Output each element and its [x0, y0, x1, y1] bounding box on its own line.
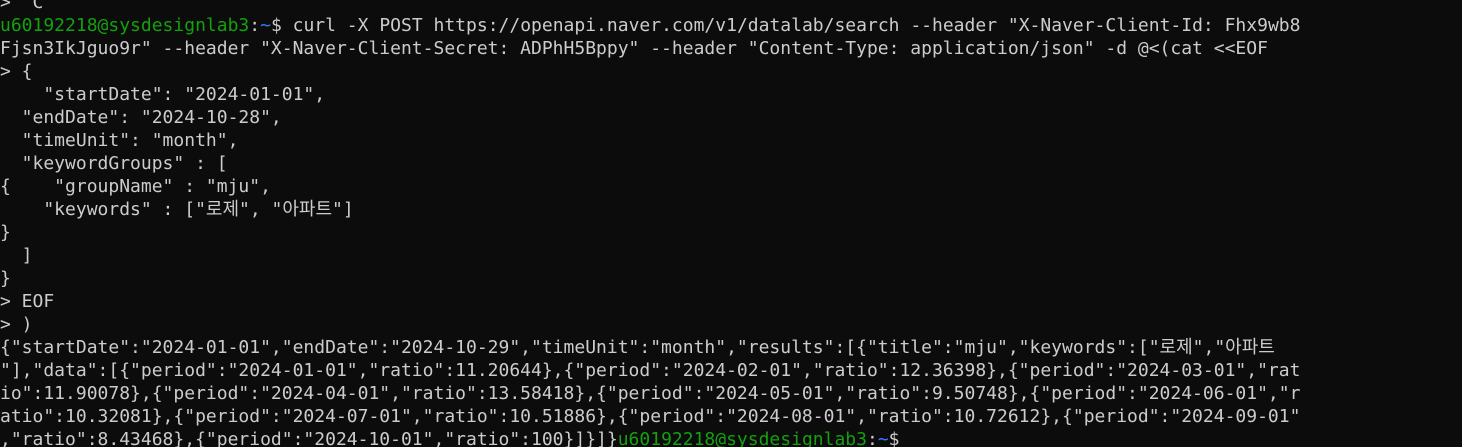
- prompt-separator: :: [249, 15, 261, 36]
- prompt-user-host: u60192218@sysdesignlab3: [617, 429, 867, 447]
- terminal-line: "timeUnit": "month",: [0, 130, 239, 151]
- terminal-line: > ^C: [0, 0, 44, 13]
- prompt-symbol: $: [888, 429, 911, 447]
- terminal-line: > EOF: [0, 291, 55, 312]
- prompt-symbol: $: [270, 15, 293, 36]
- response-line: io":11.90078},{"period":"2024-04-01","ra…: [0, 383, 1301, 404]
- response-line: "],"data":[{"period":"2024-01-01","ratio…: [0, 360, 1301, 381]
- text-cursor: [910, 430, 920, 447]
- terminal-line: ]: [0, 245, 33, 266]
- terminal-line: "endDate": "2024-10-28",: [0, 107, 282, 128]
- terminal-line: "startDate": "2024-01-01",: [0, 84, 326, 105]
- response-line-tail: ,"ratio":8.43468},{"period":"2024-10-01"…: [0, 429, 618, 447]
- command-line: u60192218@sysdesignlab3:~$ curl -X POST …: [0, 14, 1462, 37]
- prompt-separator: :: [866, 429, 878, 447]
- final-prompt-line[interactable]: ,"ratio":8.43468},{"period":"2024-10-01"…: [0, 428, 1462, 447]
- prompt-path: ~: [260, 15, 271, 36]
- terminal-line: "keywords" : ["로제", "아파트"]: [0, 199, 354, 220]
- response-line: atio":10.32081},{"period":"2024-07-01","…: [0, 406, 1301, 427]
- terminal-line: > ): [0, 314, 33, 335]
- command-text: curl -X POST https://openapi.naver.com/v…: [292, 15, 1301, 36]
- terminal-line: Fjsn3IkJguo9r" --header "X-Naver-Client-…: [0, 38, 1268, 59]
- terminal-window[interactable]: > ^C u60192218@sysdesignlab3:~$ curl -X …: [0, 0, 1462, 447]
- terminal-output: > ^C u60192218@sysdesignlab3:~$ curl -X …: [0, 0, 1462, 447]
- prompt-user-host: u60192218@sysdesignlab3: [0, 15, 250, 36]
- terminal-line: { "groupName" : "mju",: [0, 176, 271, 197]
- terminal-line: > {: [0, 61, 33, 82]
- terminal-line: }: [0, 222, 11, 243]
- terminal-line: "keywordGroups" : [: [0, 153, 228, 174]
- response-line: {"startDate":"2024-01-01","endDate":"202…: [0, 337, 1275, 358]
- prompt-path: ~: [877, 429, 889, 447]
- terminal-line: }: [0, 268, 11, 289]
